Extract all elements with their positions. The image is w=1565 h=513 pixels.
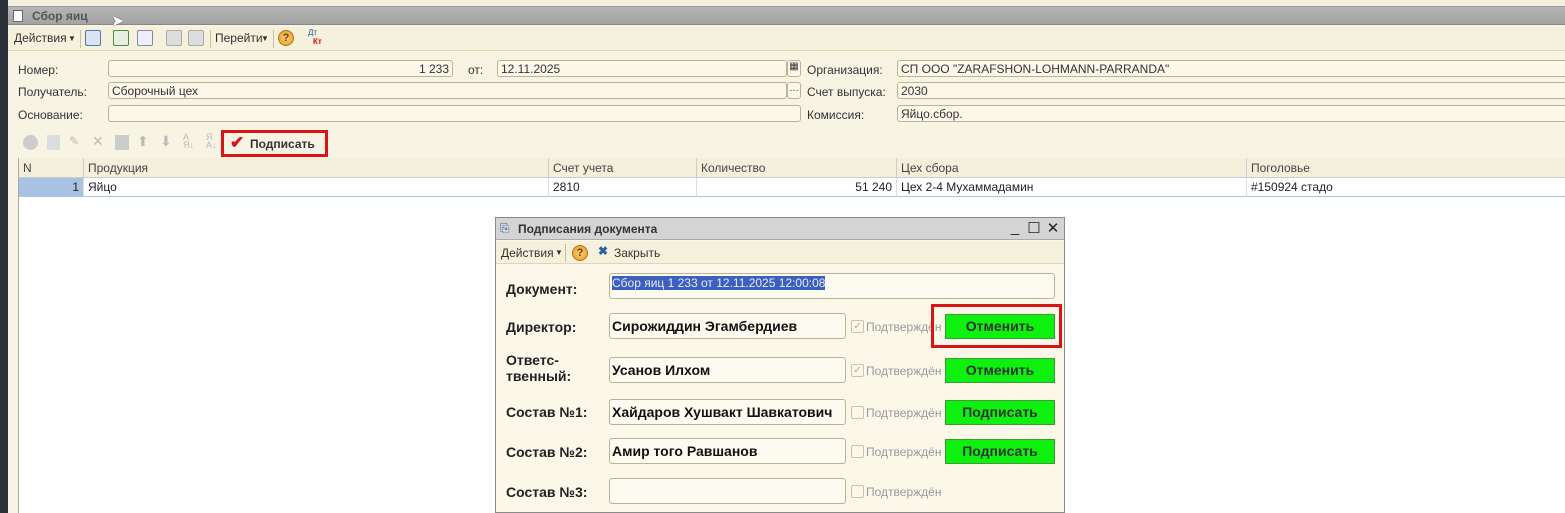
close-window-button[interactable]: ✕ — [1044, 219, 1062, 237]
signer-name-field[interactable]: Усанов Илхом — [609, 357, 846, 383]
cell-account[interactable]: 2810 — [549, 178, 697, 197]
basis-label: Основание: — [18, 108, 83, 122]
commission-label: Комиссия: — [807, 108, 865, 122]
document-label: Документ: — [506, 281, 578, 297]
cell-shop[interactable]: Цех 2-4 Мухаммадамин — [897, 178, 1247, 197]
dialog-title: Подписания документа — [518, 222, 658, 236]
sign-member-button[interactable]: Подписать — [945, 439, 1055, 464]
highlight-box — [931, 304, 1062, 348]
column-header[interactable]: Продукция — [84, 158, 549, 178]
confirmed-checkbox[interactable] — [851, 445, 864, 458]
main-toolbar: Действия ▼ Перейти ▼ ? Дт Кт — [8, 27, 1565, 51]
help-icon[interactable]: ? — [278, 30, 294, 46]
org-field[interactable]: СП ООО "ZARAFSHON-LOHMANN-PARRANDA" — [897, 60, 1565, 77]
cancel-sign-button[interactable]: Отменить — [945, 358, 1055, 383]
cell-product[interactable]: Яйцо — [84, 178, 549, 197]
parent-window-strip — [8, 0, 1565, 7]
cell-n[interactable]: 1 — [19, 178, 84, 197]
select-button[interactable]: … — [787, 82, 801, 99]
desktop-edge — [0, 0, 8, 513]
save-icon[interactable] — [115, 135, 129, 150]
window-titlebar: Сбор яиц — [8, 7, 1565, 25]
column-header[interactable]: Количество — [697, 158, 897, 178]
signer-label: Директор: — [506, 319, 577, 335]
signer-label: Ответс- твенный: — [506, 352, 572, 384]
move-down-icon[interactable]: ⬇ — [160, 133, 172, 150]
help-icon[interactable]: ? — [572, 245, 588, 261]
account-field[interactable]: 2030 — [897, 82, 1565, 99]
dialog-actions-menu[interactable]: Действия — [501, 246, 554, 260]
column-header[interactable]: Счет учета — [549, 158, 697, 178]
number-label: Номер: — [18, 63, 59, 77]
add-icon[interactable] — [23, 135, 38, 150]
checkmark-icon: ✔ — [230, 133, 245, 152]
copy-icon[interactable] — [137, 30, 153, 46]
sign-dialog: ⎘ Подписания документа _ ☐ ✕ Действия ▼ … — [495, 217, 1065, 513]
number-field[interactable]: 1 233 — [108, 60, 453, 77]
column-header[interactable]: Цех сбора — [897, 158, 1247, 178]
actions-menu[interactable]: Действия — [14, 31, 67, 45]
confirmed-checkbox[interactable] — [851, 485, 864, 498]
account-label: Счет выпуска: — [807, 85, 886, 99]
sign-button[interactable]: ✔ Подписать — [221, 130, 328, 157]
date-field[interactable]: 12.11.2025 — [497, 60, 787, 77]
copy-row-icon[interactable] — [47, 135, 60, 150]
confirmed-label: Подтверждён — [866, 406, 942, 420]
refresh-icon[interactable] — [113, 30, 129, 46]
delete-icon[interactable]: ✕ — [92, 133, 104, 150]
confirmed-checkbox[interactable] — [851, 406, 864, 419]
mouse-cursor-icon: ➤ — [111, 13, 125, 30]
confirmed-checkbox[interactable]: ✓ — [851, 364, 864, 377]
org-label: Организация: — [807, 63, 883, 77]
confirmed-label: Подтверждён — [866, 364, 942, 378]
kt-icon: Кт — [313, 37, 322, 46]
chevron-down-icon: ▼ — [555, 248, 563, 257]
chevron-down-icon: ▼ — [68, 34, 76, 43]
move-up-icon[interactable]: ⬆ — [137, 133, 149, 150]
calendar-icon[interactable]: ▦ — [787, 60, 801, 77]
signer-label: Состав №1: — [506, 404, 588, 420]
document-field[interactable]: Сбор яиц 1 233 от 12.11.2025 12:00:08 — [609, 273, 1055, 299]
sign-member-button[interactable]: Подписать — [945, 400, 1055, 425]
minimize-button[interactable]: _ — [1006, 219, 1024, 236]
sort-asc-icon[interactable]: А Я↓ — [183, 133, 194, 150]
dialog-toolbar: Действия ▼ ? ✖ Закрыть — [496, 241, 1064, 264]
cell-qty[interactable]: 51 240 — [697, 178, 897, 197]
date-label: от: — [468, 63, 484, 77]
recipient-label: Получатель: — [18, 85, 87, 99]
commission-field[interactable]: Яйцо.сбор. — [897, 105, 1565, 122]
signer-label: Состав №3: — [506, 484, 588, 500]
edit-icon[interactable]: ✎ — [69, 134, 79, 148]
maximize-button[interactable]: ☐ — [1025, 219, 1043, 237]
signer-name-field[interactable]: Амир того Равшанов — [609, 438, 846, 464]
unpost-icon[interactable] — [188, 30, 204, 46]
signer-name-field[interactable] — [609, 478, 846, 504]
basis-field[interactable] — [108, 105, 801, 122]
dt-icon[interactable]: Дт — [308, 28, 317, 37]
signer-label: Состав №2: — [506, 444, 588, 460]
post-and-close-icon[interactable] — [85, 30, 101, 46]
sign-button-label: Подписать — [250, 137, 315, 151]
confirmed-label: Подтверждён — [866, 445, 942, 459]
confirmed-checkbox[interactable]: ✓ — [851, 320, 864, 333]
column-header[interactable]: Поголовье — [1247, 158, 1565, 178]
document-text: Сбор яиц 1 233 от 12.11.2025 12:00:08 — [612, 276, 826, 290]
sort-desc-icon[interactable]: Я А↓ — [206, 133, 217, 150]
column-header[interactable]: N — [19, 158, 84, 178]
dialog-titlebar: ⎘ Подписания документа _ ☐ ✕ — [496, 218, 1064, 240]
confirmed-label: Подтверждён — [866, 485, 942, 499]
dialog-icon: ⎘ — [500, 221, 510, 235]
recipient-field[interactable]: Сборочный цех — [108, 82, 787, 99]
goto-menu[interactable]: Перейти — [215, 31, 263, 45]
document-icon — [13, 10, 23, 22]
signer-name-field[interactable]: Сирожиддин Эгамбердиев — [609, 313, 846, 339]
post-icon[interactable] — [166, 30, 182, 46]
chevron-down-icon: ▼ — [261, 34, 269, 43]
dialog-close-button[interactable]: Закрыть — [614, 246, 660, 260]
close-icon[interactable]: ✖ — [598, 244, 608, 258]
cell-herd[interactable]: #150924 стадо — [1247, 178, 1565, 197]
signer-name-field[interactable]: Хайдаров Хушвакт Шавкатович — [609, 399, 846, 425]
window-title: Сбор яиц — [32, 9, 88, 23]
